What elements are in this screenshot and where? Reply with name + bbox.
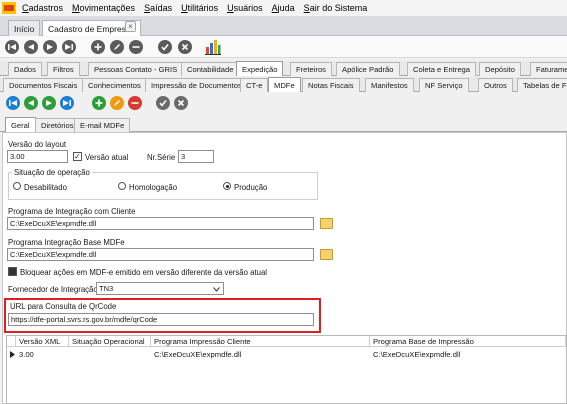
tab-deposito[interactable]: Depósito (479, 62, 521, 76)
cancel-icon[interactable] (178, 40, 192, 54)
grid-header-prog-cliente[interactable]: Programa Impressão Cliente (151, 336, 370, 347)
tab-dados[interactable]: Dados (8, 62, 42, 76)
report-chart-icon[interactable] (205, 39, 221, 55)
menu-ajuda[interactable]: Ajuda (272, 3, 295, 13)
confirm-icon[interactable] (158, 40, 172, 54)
cell-versao: 3.00 (19, 350, 34, 359)
table-row[interactable]: 3.00 C:\ExeDcuXE\expmdfe.dll C:\ExeDcuXE… (7, 347, 566, 361)
fornecedor-select[interactable]: TN3 (96, 282, 224, 295)
tab-conhecimentos[interactable]: Conhecimentos (82, 78, 147, 92)
doc-tab-inicio[interactable]: Início (8, 20, 41, 36)
confirm-icon[interactable] (156, 96, 170, 110)
radio-desabilitado-label: Desabilitado (24, 183, 67, 192)
tab-impressao-documentos[interactable]: Impressão de Documentos (145, 78, 248, 92)
url-qrcode-label: URL para Consulta de QrCode (10, 302, 117, 311)
tab-email-mdfe[interactable]: E-mail MDFe (74, 118, 131, 132)
radio-homologacao[interactable] (118, 182, 126, 190)
folder-icon[interactable] (320, 218, 333, 229)
grid-indicator-header (7, 336, 16, 347)
last-record-icon[interactable] (62, 40, 76, 54)
tab-pessoas-contato[interactable]: Pessoas Contato - GRIS (88, 62, 184, 76)
last-record-icon[interactable] (60, 96, 74, 110)
bloquear-label: Bloquear ações em MDF-e emitido em versã… (20, 268, 268, 277)
tab-cte[interactable]: CT-e (240, 78, 269, 92)
next-record-icon[interactable] (42, 96, 56, 110)
tab-apolice-padrao[interactable]: Apólice Padrão (336, 62, 400, 76)
prog-base-label: Programa Integração Base MDFe (8, 238, 125, 247)
close-tab-icon[interactable]: × (125, 21, 136, 32)
versao-layout-field[interactable]: 3.00 (7, 150, 68, 163)
edit-icon[interactable] (110, 96, 124, 110)
radio-producao-label: Produção (234, 183, 268, 192)
versao-atual-checkbox[interactable]: ✓ (73, 152, 82, 161)
fornecedor-label: Fornecedor de Integração (8, 285, 98, 294)
cancel-icon[interactable] (174, 96, 188, 110)
tab-expedicao[interactable]: Expedição (236, 61, 284, 76)
main-toolbar (0, 36, 567, 58)
prior-record-icon[interactable] (24, 96, 38, 110)
radio-desabilitado[interactable] (13, 182, 21, 190)
cell-situacao (69, 349, 72, 360)
fornecedor-value: TN3 (99, 284, 114, 293)
main-tab-row: Dados Filtros Pessoas Contato - GRIS Con… (0, 61, 567, 76)
tab-nf-servico[interactable]: NF Serviço (419, 78, 469, 92)
tab-faturamento[interactable]: Faturame (530, 62, 567, 76)
row-indicator-icon (10, 351, 15, 358)
document-tabs: Início Cadastro de Empresas × (0, 17, 567, 36)
menu-sair-do-sistema[interactable]: Sair do Sistema (304, 3, 368, 13)
nr-serie-field[interactable]: 3 (178, 150, 214, 163)
delete-icon[interactable] (128, 96, 142, 110)
prog-base-field[interactable]: C:\ExeDcuXE\expmdfe.dll (7, 248, 314, 261)
prog-cliente-field[interactable]: C:\ExeDcuXE\expmdfe.dll (7, 217, 314, 230)
tab-contabilidade[interactable]: Contabilidade (181, 62, 240, 76)
bloquear-checkbox[interactable] (8, 267, 17, 276)
record-toolbar (0, 93, 567, 114)
menu-sa-das[interactable]: Saídas (144, 3, 172, 13)
folder-icon[interactable] (320, 249, 333, 260)
situacao-label: Situação de operação (12, 168, 92, 177)
prior-record-icon[interactable] (24, 40, 38, 54)
menu-utilit-rios[interactable]: Utilitários (181, 3, 218, 13)
inner-tab-row: Geral Diretórios E-mail MDFe (0, 116, 567, 132)
edit-icon[interactable] (110, 40, 124, 54)
prog-cliente-label: Programa de Integração com Cliente (8, 207, 136, 216)
tab-manifestos[interactable]: Manifestos (365, 78, 414, 92)
grid-header-prog-base[interactable]: Programa Base de Impressão (370, 336, 566, 347)
grid-header-versao-xml[interactable]: Versão XML (16, 336, 69, 347)
tab-notas-fiscais[interactable]: Notas Fiscais (302, 78, 360, 92)
radio-homologacao-label: Homologação (129, 183, 178, 192)
grid-header-situacao[interactable]: Situação Operacional (69, 336, 151, 347)
add-icon[interactable] (92, 96, 106, 110)
tab-freteiros[interactable]: Freteiros (290, 62, 332, 76)
tab-filtros[interactable]: Filtros (47, 62, 80, 76)
versions-grid: Versão XML Situação Operacional Programa… (6, 335, 567, 404)
tab-tabelas[interactable]: Tabelas de F (517, 78, 567, 92)
sub-tab-row: Documentos Fiscais Conhecimentos Impress… (0, 77, 567, 92)
first-record-icon[interactable] (6, 96, 20, 110)
url-qrcode-field[interactable]: https://dfe-portal.svrs.rs.gov.br/mdfe/q… (8, 313, 314, 326)
radio-producao[interactable] (223, 182, 231, 190)
tab-mdfe[interactable]: MDFe (268, 77, 301, 92)
delete-icon[interactable] (129, 40, 143, 54)
versao-atual-label: Versão atual (85, 153, 129, 162)
tab-geral[interactable]: Geral (5, 117, 36, 132)
cell-prog-cliente: C:\ExeDcuXE\expmdfe.dll (154, 350, 242, 359)
tab-documentos-fiscais[interactable]: Documentos Fiscais (3, 78, 84, 92)
tab-coleta-entrega[interactable]: Coleta e Entrega (407, 62, 476, 76)
menu-movimenta-es[interactable]: Movimentações (72, 3, 135, 13)
menu-cadastros[interactable]: Cadastros (22, 3, 63, 13)
nr-serie-label: Nr.Série (147, 153, 176, 162)
cell-prog-base: C:\ExeDcuXE\expmdfe.dll (373, 350, 461, 359)
versao-layout-label: Versão do layout (8, 140, 67, 149)
next-record-icon[interactable] (43, 40, 57, 54)
app-logo-icon (2, 2, 16, 14)
menu-bar: Cadastros Movimentações Saídas Utilitários U… (0, 0, 567, 17)
menu-usu-rios[interactable]: Usuários (227, 3, 263, 13)
add-icon[interactable] (91, 40, 105, 54)
tab-diretorios[interactable]: Diretórios (35, 118, 80, 132)
tab-outros[interactable]: Outros (478, 78, 513, 92)
chevron-down-icon (213, 287, 220, 292)
first-record-icon[interactable] (5, 40, 19, 54)
